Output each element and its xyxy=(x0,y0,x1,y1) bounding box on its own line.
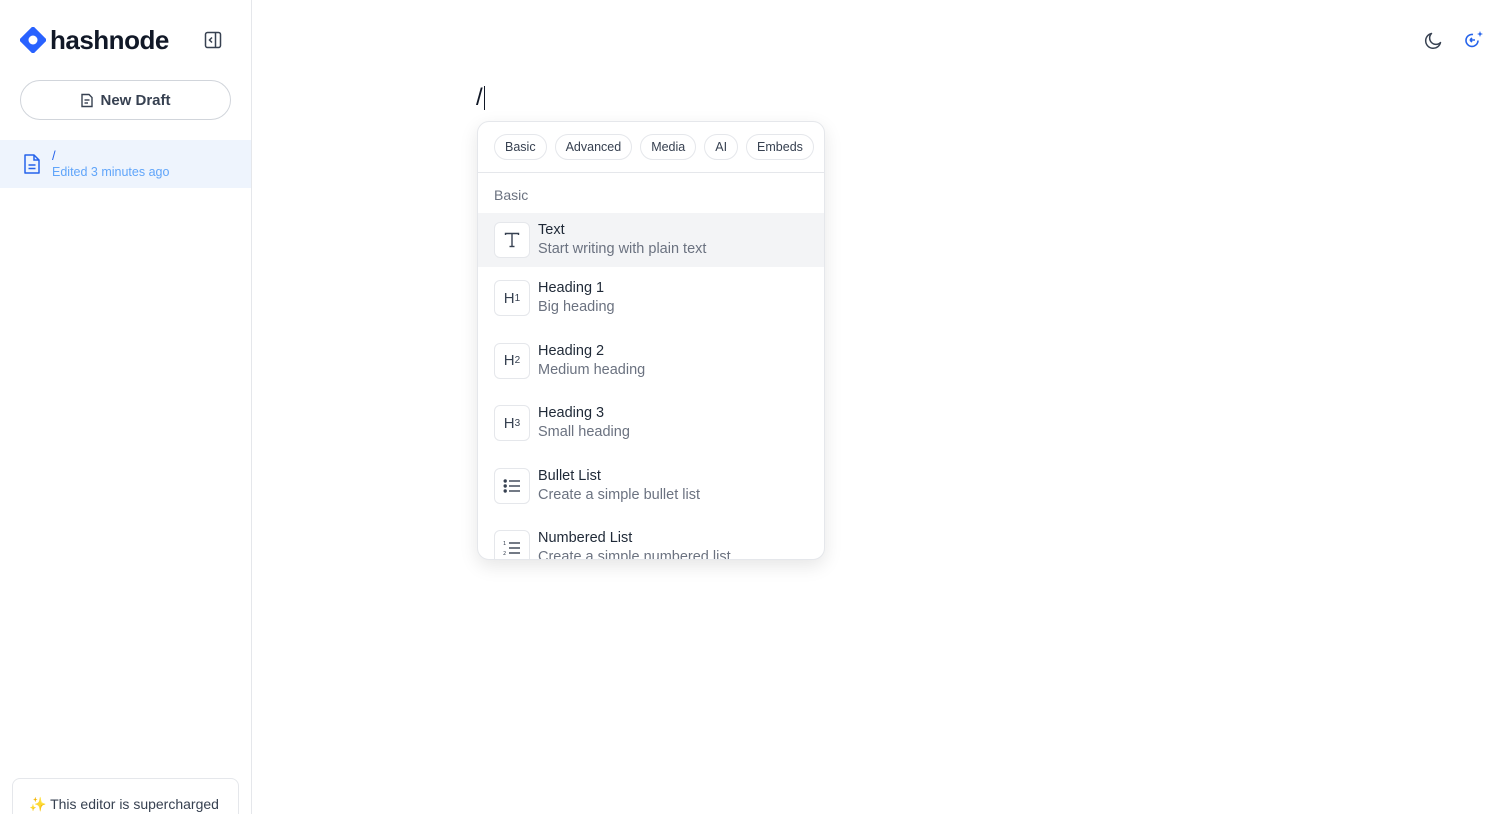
editor-text: / xyxy=(476,84,483,111)
menu-item-label: Text xyxy=(538,222,565,238)
new-draft-label: New Draft xyxy=(100,91,171,109)
menu-item-label: Heading 2 xyxy=(538,342,605,359)
editor-app: hashnode New Draft / Edited 3 minutes ag… xyxy=(0,0,1512,814)
svg-text:2: 2 xyxy=(503,551,506,556)
draft-title: / xyxy=(52,148,56,163)
menu-section-title: Basic xyxy=(494,187,529,203)
text-caret xyxy=(483,86,485,110)
editor-content[interactable]: / xyxy=(476,84,485,112)
document-icon xyxy=(24,154,40,174)
menu-item-heading-3[interactable]: H3 Heading 3 Small heading xyxy=(478,392,824,455)
ai-assistant-button[interactable] xyxy=(1463,29,1485,51)
svg-text:1: 1 xyxy=(503,541,506,547)
menu-item-numbered-list[interactable]: 1 2 Numbered List Create a simple number… xyxy=(478,517,824,560)
promo-text: ✨ This editor is supercharged xyxy=(29,796,219,812)
heading-2-icon: H2 xyxy=(494,342,530,379)
sidebar: hashnode New Draft / Edited 3 minutes ag… xyxy=(0,0,252,814)
menu-item-label: Heading 3 xyxy=(538,405,605,422)
menu-item-description: Create a simple bullet list xyxy=(538,486,700,503)
sidebar-collapse-button[interactable] xyxy=(200,28,226,52)
supercharged-promo[interactable]: ✨ This editor is supercharged xyxy=(12,778,239,814)
ai-sparkle-icon xyxy=(1465,31,1483,48)
sidebar-collapse-icon xyxy=(204,31,222,49)
numbered-list-icon: 1 2 xyxy=(494,530,530,559)
tab-basic[interactable]: Basic xyxy=(494,134,547,160)
menu-item-label: Heading 1 xyxy=(538,280,605,297)
text-icon xyxy=(494,222,530,258)
draft-edited-time: Edited 3 minutes ago xyxy=(52,165,170,179)
menu-item-description: Create a simple numbered list xyxy=(538,549,731,560)
menu-item-description: Medium heading xyxy=(538,361,646,378)
menu-item-label: Numbered List xyxy=(538,530,633,547)
theme-toggle-button[interactable] xyxy=(1423,29,1445,51)
brand-name: hashnode xyxy=(50,24,169,55)
menu-item-heading-2[interactable]: H2 Heading 2 Medium heading xyxy=(478,330,824,393)
menu-item-description: Big heading xyxy=(538,299,615,316)
menu-category-tabs: Basic Advanced Media AI Embeds xyxy=(478,122,824,173)
tab-ai[interactable]: AI xyxy=(704,134,739,160)
bullet-list-icon xyxy=(494,467,530,504)
tab-advanced[interactable]: Advanced xyxy=(554,134,633,160)
tab-embeds[interactable]: Embeds xyxy=(746,134,814,160)
draft-list-item[interactable]: / Edited 3 minutes ago xyxy=(0,140,251,188)
menu-item-description: Start writing with plain text xyxy=(538,241,707,257)
hashnode-logo-icon xyxy=(20,27,46,53)
tab-media[interactable]: Media xyxy=(640,134,697,160)
menu-item-heading-1[interactable]: H1 Heading 1 Big heading xyxy=(478,267,824,330)
heading-1-icon: H1 xyxy=(494,280,530,317)
new-draft-button[interactable]: New Draft xyxy=(20,80,231,120)
menu-item-text[interactable]: Text Start writing with plain text xyxy=(478,213,824,267)
menu-item-bullet-list[interactable]: Bullet List Create a simple bullet list xyxy=(478,455,824,518)
slash-command-menu: Basic Advanced Media AI Embeds Basic Tex… xyxy=(477,121,825,560)
new-draft-icon xyxy=(81,93,94,107)
moon-icon xyxy=(1425,32,1442,49)
menu-item-description: Small heading xyxy=(538,424,630,441)
heading-3-icon: H3 xyxy=(494,405,530,442)
menu-item-label: Bullet List xyxy=(538,467,601,484)
brand-logo[interactable]: hashnode xyxy=(20,24,169,55)
